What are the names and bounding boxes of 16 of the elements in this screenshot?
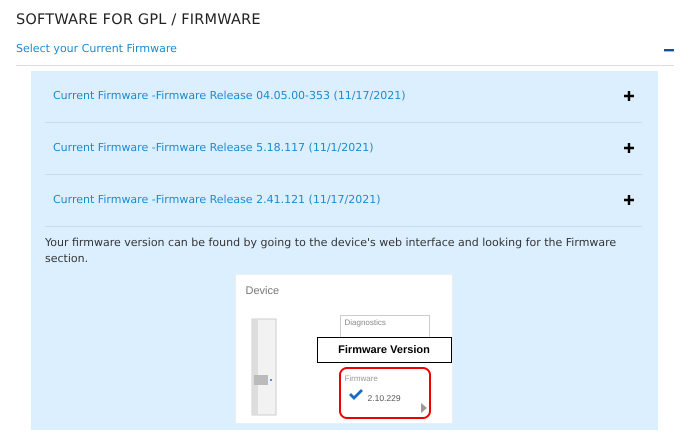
section-header-link[interactable]: Select your Current Firmware (16, 41, 177, 58)
callout-label: Firmware Version (316, 336, 452, 363)
page-title: SOFTWARE FOR GPL / FIRMWARE (16, 12, 262, 30)
expand-icon[interactable] (624, 143, 634, 154)
accordion-item-link[interactable]: Current Firmware -Firmware Release 04.05.00-353 (11/17/2021) (53, 88, 406, 105)
arrow-icon (420, 402, 426, 413)
panel-title: Device (246, 284, 280, 299)
instruction-text: Your firmware version can be found by going to the device's web interface and looking for the Firmware section. (45, 234, 618, 268)
checkmark-icon (348, 388, 362, 401)
diagnostics-label: Diagnostics (344, 316, 386, 329)
firmware-label: Firmware (344, 372, 378, 385)
expand-icon[interactable] (624, 195, 634, 206)
accordion-item-link[interactable]: Current Firmware -Firmware Release 2.41.121 (11/17/2021) (53, 192, 381, 209)
expand-icon[interactable] (624, 91, 634, 102)
firmware-version: 2.10.229 (368, 392, 401, 405)
accordion-item-link[interactable]: Current Firmware -Firmware Release 5.18.117 (11/1/2021) (53, 140, 374, 157)
